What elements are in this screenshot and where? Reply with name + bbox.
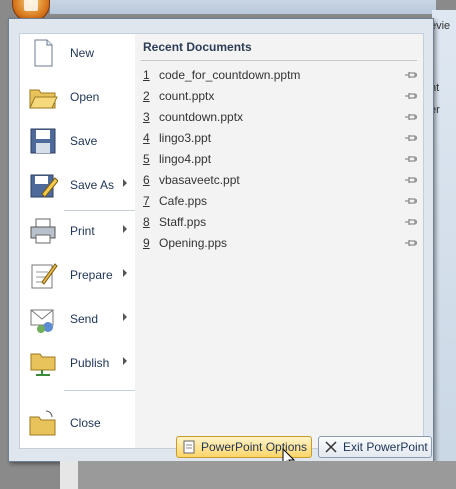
menu-item-label: Publish — [70, 356, 110, 370]
send-icon — [30, 309, 54, 333]
separator — [64, 210, 136, 211]
recent-document-number: 8 — [143, 215, 150, 229]
recent-document-number: 3 — [143, 110, 150, 124]
pin-icon[interactable] — [405, 197, 417, 205]
menu-item-open[interactable]: Open — [20, 78, 136, 118]
command-pane: New Open Save Save As Print Prepare Send… — [19, 33, 137, 449]
recent-document-item[interactable]: 3 countdown.pptx — [141, 108, 417, 128]
exit-powerpoint-button[interactable]: Exit PowerPoint — [318, 436, 432, 458]
pin-icon[interactable] — [405, 218, 417, 226]
menu-item-new[interactable]: New — [20, 34, 136, 74]
printer-icon — [30, 218, 56, 244]
menu-item-save-as[interactable]: Save As — [20, 166, 136, 206]
recent-document-number: 2 — [143, 89, 150, 103]
recent-document-name: lingo3.ppt — [159, 131, 212, 145]
recent-document-name: vbasaveetc.ppt — [159, 173, 240, 187]
office-logo-icon — [24, 0, 38, 11]
prepare-icon — [31, 263, 58, 289]
recent-document-name: count.pptx — [159, 89, 215, 103]
recent-document-item[interactable]: 2 count.pptx — [141, 87, 417, 107]
ribbon-top-edge — [50, 0, 436, 14]
open-folder-icon — [29, 89, 58, 109]
publish-icon — [30, 353, 56, 376]
menu-footer: PowerPoint Options Exit PowerPoint — [8, 432, 432, 460]
recent-document-number: 6 — [143, 173, 150, 187]
menu-item-label: Open — [70, 90, 100, 104]
recent-documents-pane: Recent Documents 1 code_for_countdown.ppt… — [135, 33, 424, 449]
chevron-right-icon — [123, 225, 127, 233]
recent-document-item[interactable]: 4 lingo3.ppt — [141, 129, 417, 149]
menu-item-label: Save As — [70, 178, 115, 192]
recent-document-item[interactable]: 7 Cafe.pps — [141, 192, 417, 212]
recent-document-name: Opening.pps — [159, 236, 228, 250]
recent-document-item[interactable]: 9 Opening.pps — [141, 234, 417, 254]
recent-document-name: Cafe.pps — [159, 194, 208, 208]
recent-document-number: 7 — [143, 194, 150, 208]
pin-icon[interactable] — [405, 92, 417, 100]
ribbon-right-edge: evie nt er — [430, 10, 456, 480]
recent-document-item[interactable]: 1 code_for_countdown.pptm — [141, 66, 417, 86]
recent-document-item[interactable]: 5 lingo4.ppt — [141, 150, 417, 170]
recent-document-name: Staff.pps — [159, 215, 207, 229]
save-as-icon — [30, 174, 58, 198]
recent-document-number: 9 — [143, 236, 150, 250]
exit-powerpoint-label: Exit PowerPoint — [343, 440, 428, 454]
recent-document-number: 1 — [143, 68, 150, 82]
document-area-edge — [60, 461, 456, 489]
close-icon — [325, 441, 337, 453]
pin-icon[interactable] — [405, 113, 417, 121]
recent-document-item[interactable]: 6 vbasaveetc.ppt — [141, 171, 417, 191]
floppy-disk-icon — [30, 128, 56, 154]
recent-document-name: countdown.pptx — [159, 110, 244, 124]
menu-item-label: New — [70, 46, 95, 60]
menu-item-label: Send — [70, 312, 99, 326]
menu-item-label: Save — [70, 134, 98, 148]
pin-icon[interactable] — [405, 134, 417, 142]
separator — [64, 390, 136, 391]
menu-item-label: Prepare — [70, 268, 113, 282]
recent-document-name: code_for_countdown.pptm — [159, 68, 301, 82]
divider — [141, 60, 417, 61]
new-document-icon — [34, 39, 53, 67]
options-icon — [183, 440, 195, 454]
menu-item-label: Print — [70, 224, 95, 238]
menu-item-print[interactable]: Print — [20, 212, 136, 252]
recent-documents-title: Recent Documents — [143, 40, 252, 54]
chevron-right-icon — [123, 179, 127, 187]
menu-item-send[interactable]: Send — [20, 300, 136, 340]
menu-item-prepare[interactable]: Prepare — [20, 256, 136, 296]
recent-document-number: 5 — [143, 152, 150, 166]
recent-document-number: 4 — [143, 131, 150, 145]
recent-document-item[interactable]: 8 Staff.pps — [141, 213, 417, 233]
chevron-right-icon — [123, 313, 127, 321]
chevron-right-icon — [123, 357, 127, 365]
recent-document-name: lingo4.ppt — [159, 152, 212, 166]
office-menu: New Open Save Save As Print Prepare Send… — [8, 18, 434, 462]
pin-icon[interactable] — [405, 71, 417, 79]
pin-icon[interactable] — [405, 155, 417, 163]
menu-item-publish[interactable]: Publish — [20, 344, 136, 384]
slide-pane-edge — [60, 461, 78, 489]
chevron-right-icon — [123, 269, 127, 277]
pin-icon[interactable] — [405, 176, 417, 184]
pin-icon[interactable] — [405, 239, 417, 247]
menu-item-save[interactable]: Save — [20, 122, 136, 162]
menu-item-label: Close — [70, 416, 101, 430]
